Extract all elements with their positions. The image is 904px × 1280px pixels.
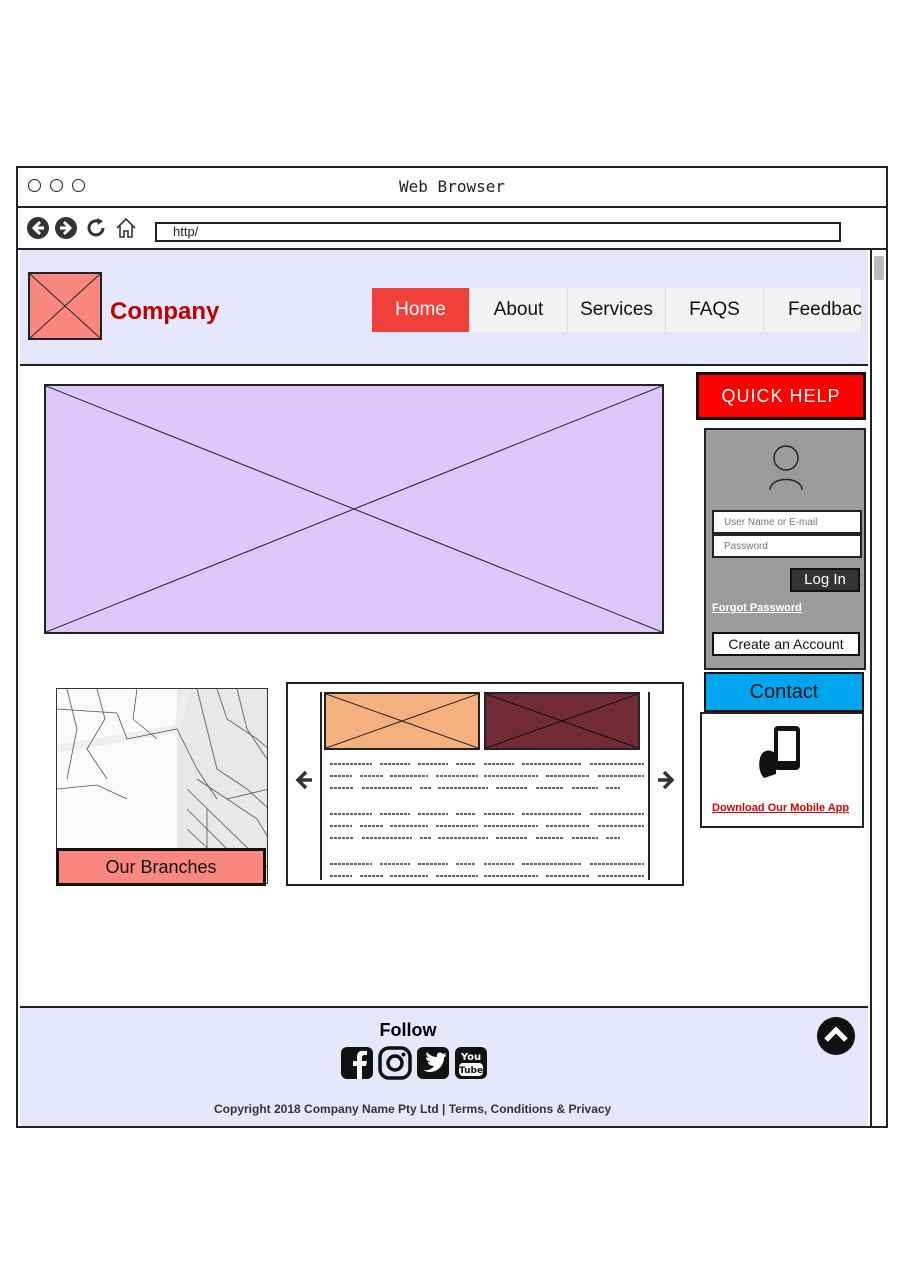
logo-placeholder[interactable] (28, 272, 102, 340)
image-placeholder-icon (46, 386, 662, 632)
contact-button[interactable]: Contact (704, 672, 864, 712)
download-app-link[interactable]: Download Our Mobile App (712, 802, 852, 826)
forgot-password-link[interactable]: Forgot Password (712, 602, 802, 614)
main-nav: Home About Services FAQS Feedbac (372, 288, 868, 332)
nav-services[interactable]: Services (568, 288, 666, 332)
our-branches-button[interactable]: Our Branches (56, 848, 266, 886)
text-scribble (330, 813, 644, 839)
instagram-icon[interactable] (378, 1046, 412, 1080)
carousel-image-1[interactable] (324, 692, 480, 750)
copyright-text: Copyright 2018 Company Name Pty Ltd | Te… (214, 1102, 612, 1116)
title-bar: Web Browser (18, 168, 886, 208)
user-avatar-icon (769, 445, 803, 491)
site-header: Company Home About Services FAQS Feedbac (20, 250, 868, 366)
window-title: Web Browser (399, 177, 505, 196)
carousel-prev-icon[interactable] (292, 768, 316, 792)
browser-toolbar: http/ (18, 208, 886, 250)
image-placeholder-icon (30, 274, 100, 338)
follow-heading: Follow (379, 1020, 437, 1040)
password-field[interactable] (712, 534, 862, 558)
nav-feedback[interactable]: Feedbac (764, 288, 862, 332)
quick-help-button[interactable]: QUICK HELP (696, 372, 866, 420)
username-field[interactable] (712, 510, 862, 534)
scrollbar-thumb[interactable] (874, 256, 884, 280)
forward-icon[interactable] (54, 216, 78, 240)
page-scrollbar[interactable] (870, 250, 886, 1126)
youtube-icon[interactable]: You Tube (454, 1046, 488, 1080)
image-placeholder-icon (326, 694, 478, 748)
browser-window: Web Browser http/ Company Home About Ser… (16, 166, 888, 1128)
scroll-to-top-icon[interactable] (816, 1016, 856, 1056)
back-icon[interactable] (26, 216, 50, 240)
nav-home[interactable]: Home (372, 288, 470, 332)
login-button[interactable]: Log In (790, 568, 860, 592)
carousel-content (320, 692, 650, 880)
mobile-phone-icon (759, 726, 800, 778)
svg-text:You: You (460, 1052, 481, 1063)
mobile-app-box: Download Our Mobile App (700, 712, 864, 828)
create-account-button[interactable]: Create an Account (712, 632, 860, 656)
svg-text:Tube: Tube (459, 1066, 483, 1076)
address-bar[interactable]: http/ (155, 222, 841, 242)
hero-image-placeholder[interactable] (44, 384, 664, 634)
site-footer: Follow You Tube Copyright 2018 Company N… (20, 1006, 868, 1126)
home-icon[interactable] (114, 216, 138, 240)
password-input[interactable] (724, 536, 860, 556)
page-viewport: Company Home About Services FAQS Feedbac… (20, 250, 868, 1126)
username-input[interactable] (724, 512, 860, 532)
carousel-image-2[interactable] (484, 692, 640, 750)
nav-faqs[interactable]: FAQS (666, 288, 764, 332)
reload-icon[interactable] (84, 216, 108, 240)
text-scribble (330, 763, 644, 789)
image-placeholder-icon (486, 694, 638, 748)
facebook-icon[interactable] (340, 1046, 374, 1080)
twitter-icon[interactable] (416, 1046, 450, 1080)
login-panel: Log In Forgot Password Create an Account (704, 428, 866, 670)
nav-about[interactable]: About (470, 288, 568, 332)
text-scribble (330, 863, 644, 877)
carousel-next-icon[interactable] (654, 768, 678, 792)
content-carousel (286, 682, 684, 886)
company-name: Company (110, 298, 220, 325)
